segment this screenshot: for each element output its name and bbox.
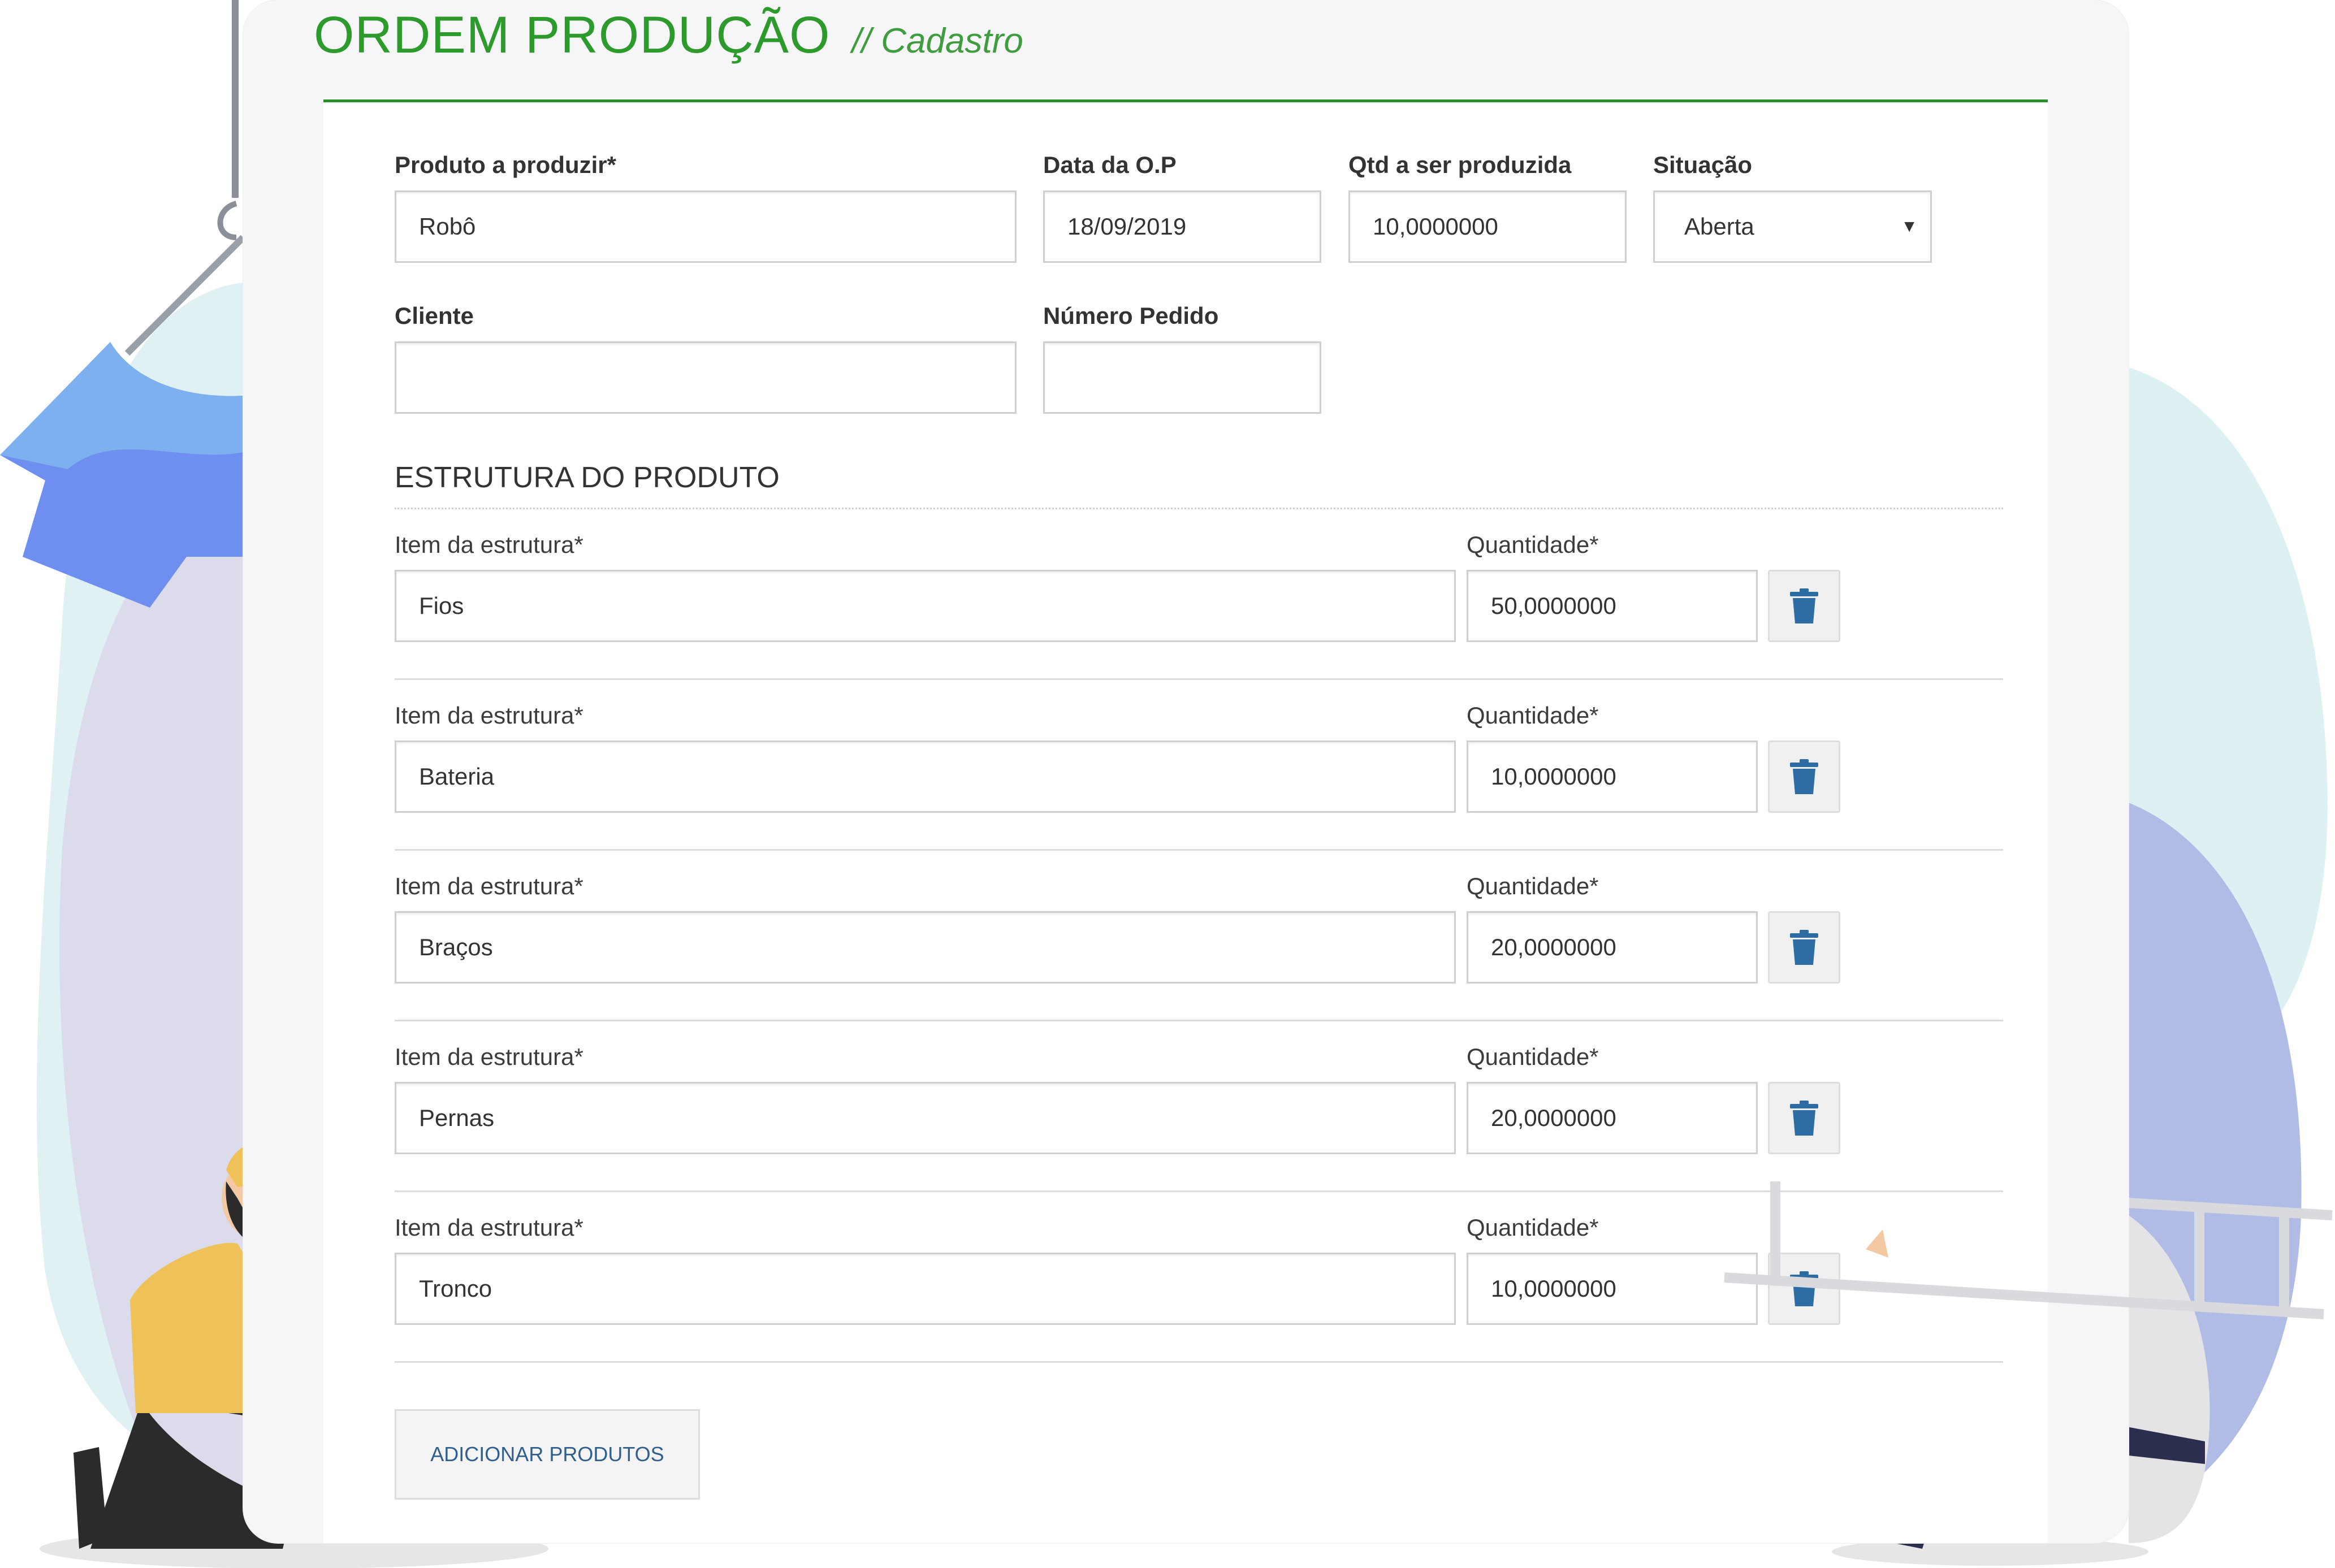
numero-pedido-label: Número Pedido bbox=[1043, 302, 1219, 329]
item-value: Bateria bbox=[419, 763, 495, 790]
qty-value: 20,0000000 bbox=[1491, 934, 1616, 960]
qty-input[interactable]: 50,0000000 bbox=[1467, 570, 1758, 642]
qty-input[interactable]: 20,0000000 bbox=[1467, 1082, 1758, 1154]
qty-label: Quantidade* bbox=[1467, 1214, 1599, 1241]
qty-value: 50,0000000 bbox=[1491, 592, 1616, 619]
item-label: Item da estrutura* bbox=[395, 1214, 583, 1241]
qty-value: 20,0000000 bbox=[1491, 1104, 1616, 1131]
item-label: Item da estrutura* bbox=[395, 1043, 583, 1070]
data-op-value: 18/09/2019 bbox=[1067, 213, 1187, 240]
page-header: ORDEM PRODUÇÃO // Cadastro bbox=[314, 6, 1023, 68]
item-input[interactable]: Bateria bbox=[395, 740, 1456, 813]
row-divider bbox=[395, 1190, 2003, 1192]
row-divider bbox=[395, 1361, 2003, 1363]
qty-label: Quantidade* bbox=[1467, 531, 1599, 558]
item-label: Item da estrutura* bbox=[395, 531, 583, 558]
trash-icon bbox=[1790, 759, 1818, 794]
page-title: ORDEM PRODUÇÃO bbox=[314, 6, 831, 64]
numero-pedido-input[interactable] bbox=[1043, 341, 1321, 414]
situacao-label: Situação bbox=[1653, 151, 1753, 178]
caret-down-icon: ▼ bbox=[1901, 217, 1918, 236]
section-title: ESTRUTURA DO PRODUTO bbox=[395, 461, 780, 494]
item-value: Braços bbox=[419, 934, 493, 960]
row-divider bbox=[395, 849, 2003, 851]
trash-icon bbox=[1790, 1101, 1818, 1136]
cliente-label: Cliente bbox=[395, 302, 474, 329]
delete-row-button[interactable] bbox=[1768, 911, 1840, 984]
row-divider bbox=[395, 1020, 2003, 1021]
add-products-button[interactable]: ADICIONAR PRODUTOS bbox=[395, 1409, 700, 1500]
trash-icon bbox=[1790, 1271, 1818, 1306]
item-input[interactable]: Tronco bbox=[395, 1253, 1456, 1325]
qty-value: 10,0000000 bbox=[1491, 1275, 1616, 1302]
item-label: Item da estrutura* bbox=[395, 873, 583, 899]
qty-input[interactable]: 10,0000000 bbox=[1467, 1253, 1758, 1325]
item-input[interactable]: Pernas bbox=[395, 1082, 1456, 1154]
qty-label: Quantidade* bbox=[1467, 873, 1599, 899]
cliente-input[interactable] bbox=[395, 341, 1017, 414]
qty-value: 10,0000000 bbox=[1491, 763, 1616, 790]
data-op-label: Data da O.P bbox=[1043, 151, 1177, 178]
data-op-input[interactable]: 18/09/2019 bbox=[1043, 190, 1321, 263]
item-value: Fios bbox=[419, 592, 464, 619]
produto-label: Produto a produzir* bbox=[395, 151, 616, 178]
produto-value: Robô bbox=[419, 213, 476, 240]
qty-input[interactable]: 10,0000000 bbox=[1467, 740, 1758, 813]
scene: ORDEM PRODUÇÃO // Cadastro Produto a pro… bbox=[0, 0, 2335, 1568]
delete-row-button[interactable] bbox=[1768, 570, 1840, 642]
section-divider bbox=[395, 508, 2003, 509]
situacao-select[interactable]: Aberta ▼ bbox=[1653, 190, 1932, 263]
qty-label: Quantidade* bbox=[1467, 1043, 1599, 1070]
qtd-input[interactable]: 10,0000000 bbox=[1348, 190, 1627, 263]
produto-input[interactable]: Robô bbox=[395, 190, 1017, 263]
trash-icon bbox=[1790, 930, 1818, 965]
delete-row-button[interactable] bbox=[1768, 1253, 1840, 1325]
item-label: Item da estrutura* bbox=[395, 702, 583, 729]
delete-row-button[interactable] bbox=[1768, 1082, 1840, 1154]
qty-input[interactable]: 20,0000000 bbox=[1467, 911, 1758, 984]
item-value: Pernas bbox=[419, 1104, 495, 1131]
qty-label: Quantidade* bbox=[1467, 702, 1599, 729]
item-input[interactable]: Fios bbox=[395, 570, 1456, 642]
item-input[interactable]: Braços bbox=[395, 911, 1456, 984]
item-value: Tronco bbox=[419, 1275, 492, 1302]
trash-icon bbox=[1790, 588, 1818, 623]
qtd-label: Qtd a ser produzida bbox=[1348, 151, 1572, 178]
delete-row-button[interactable] bbox=[1768, 740, 1840, 813]
situacao-value: Aberta bbox=[1684, 213, 1754, 240]
row-divider bbox=[395, 678, 2003, 680]
qtd-value: 10,0000000 bbox=[1373, 213, 1498, 240]
page-subtitle: // Cadastro bbox=[851, 21, 1023, 60]
